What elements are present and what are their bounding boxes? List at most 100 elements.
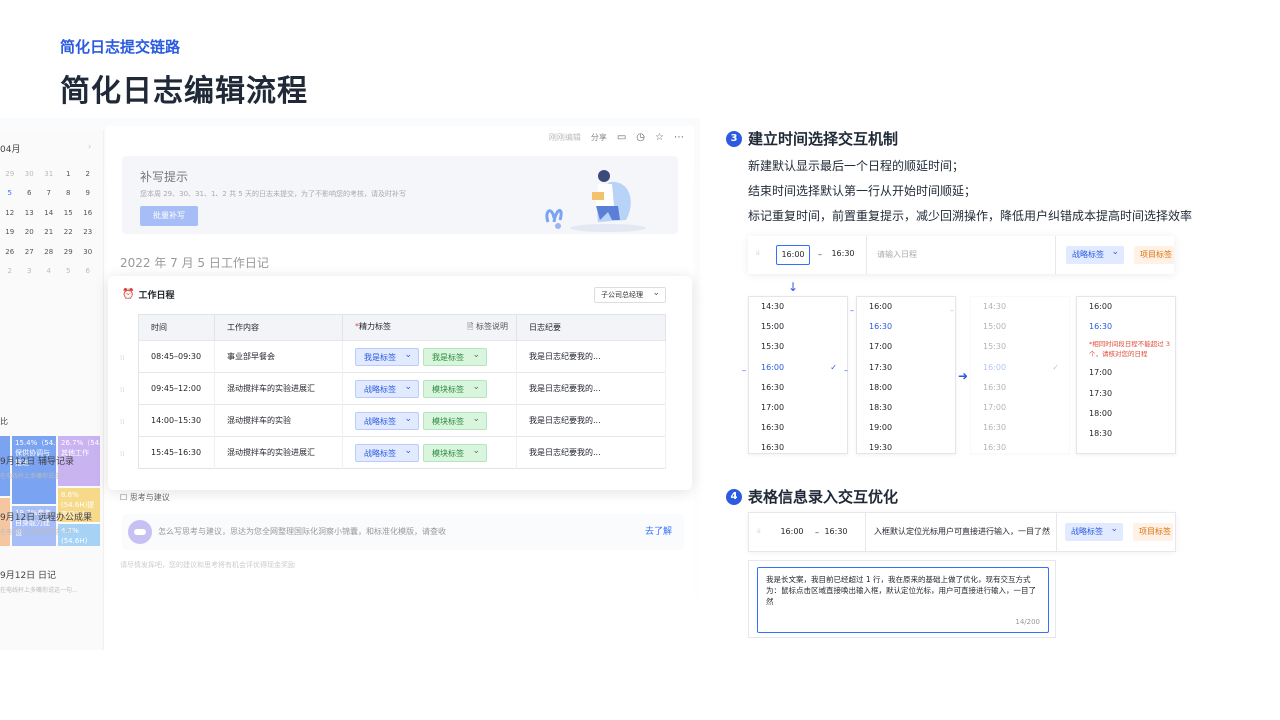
calendar-day[interactable]: 2 — [78, 170, 98, 178]
col-tag-desc[interactable]: 🗎 标签说明 — [467, 321, 508, 335]
tag-select[interactable]: 模块标签 — [423, 410, 487, 430]
calendar-day[interactable]: 22 — [59, 228, 79, 236]
cell-summary[interactable]: 我是日志纪要我的... — [516, 340, 666, 373]
batch-fill-button[interactable]: 批量补写 — [140, 206, 198, 226]
drag-handle-icon[interactable]: ⁞⁞ — [756, 250, 760, 257]
cell-content[interactable]: 混动搅拌车的实验 — [214, 404, 343, 437]
record-item[interactable]: 9月12日 辅导记录 在电线杆上多嘴你说这一... — [0, 454, 74, 480]
time-option-selected[interactable]: 16:00 ✓ — [749, 358, 847, 378]
role-select[interactable]: 子公司总经理 — [594, 286, 666, 303]
cell-content[interactable]: 混动搅拌车的实验进展汇 — [214, 436, 343, 469]
strategy-tag-select[interactable]: 战略标签 — [1065, 520, 1123, 541]
tag-select[interactable]: 模块标签 — [423, 378, 487, 398]
time-option[interactable]: 16:00 — [857, 297, 955, 317]
project-tag-select[interactable]: 项目标签 — [1134, 246, 1174, 264]
time-option[interactable]: 16:30 — [749, 378, 847, 398]
time-option[interactable]: 14:30 — [749, 297, 847, 317]
calendar-day[interactable]: 20 — [20, 228, 40, 236]
time-option[interactable]: 18:30 — [1077, 424, 1175, 444]
cell-summary[interactable]: 我是日志纪要我的... — [516, 372, 666, 405]
project-tag-select[interactable]: 项目标签 — [1133, 523, 1173, 541]
calendar-day[interactable]: 4 — [39, 267, 59, 275]
calendar-day[interactable]: 6 — [78, 267, 98, 275]
time-option[interactable]: 16:30 — [749, 418, 847, 438]
time-option[interactable]: 17:30 — [1077, 384, 1175, 404]
time-option[interactable]: 18:00 — [857, 378, 955, 398]
table-row[interactable]: 09:45–12:00 混动搅拌车的实验进展汇 战略标签模块标签 我是日志纪要我… — [138, 372, 666, 405]
calendar-day[interactable]: 5 — [59, 267, 79, 275]
calendar-day[interactable]: 8 — [59, 189, 79, 197]
calendar-day[interactable]: 14 — [39, 209, 59, 217]
strategy-tag-select[interactable]: 战略标签 — [1066, 243, 1124, 264]
calendar-day[interactable]: 3 — [20, 267, 40, 275]
star-icon[interactable]: ☆ — [655, 132, 664, 143]
cell-time[interactable]: 14:00–15:30 — [138, 404, 215, 437]
share-button[interactable]: 分享 — [591, 132, 607, 143]
time-option[interactable]: 16:00 — [1077, 297, 1175, 317]
cell-summary[interactable]: 我是日志纪要我的... — [516, 436, 666, 469]
calendar-day[interactable]: 6 — [20, 189, 40, 197]
calendar-day[interactable]: 30 — [20, 170, 40, 178]
calendar-day[interactable]: 26 — [0, 248, 20, 256]
time-option[interactable]: 16:30 — [971, 418, 1069, 438]
drag-handle-icon[interactable]: ⁞⁞ — [120, 386, 124, 394]
record-item[interactable]: 9月12日 远程办公成果 在电线杆上多嘴你说这一句... — [0, 510, 92, 536]
cell-content[interactable]: 事业部早餐会 — [214, 340, 343, 373]
time-option[interactable]: 19:00 — [857, 418, 955, 438]
time-option[interactable]: 15:30 — [971, 337, 1069, 357]
time-option[interactable]: 16:30 — [971, 378, 1069, 398]
checkbox-icon[interactable]: ☐ — [120, 493, 127, 502]
start-time-input[interactable]: 16:00 — [776, 245, 810, 265]
time-option-selected[interactable]: 16:30 — [857, 317, 955, 337]
calendar-day[interactable]: 9 — [78, 189, 98, 197]
time-option[interactable]: 17:00 — [1077, 363, 1175, 383]
record-item[interactable]: 9月12日 日记 在电线杆上多嘴你说这一句... — [0, 568, 78, 594]
time-option[interactable]: 18:30 — [857, 398, 955, 418]
calendar-day[interactable]: 2 — [0, 267, 20, 275]
learn-more-link[interactable]: 去了解 — [645, 524, 672, 537]
popup-textarea[interactable]: 我是长文案，我目前已经超过 1 行，我在原来的基础上做了优化，现有交互方式为：鼠… — [757, 567, 1049, 633]
calendar-day[interactable]: 27 — [20, 248, 40, 256]
start-time-input[interactable]: 16:00 — [775, 523, 809, 543]
calendar-day[interactable]: 28 — [39, 248, 59, 256]
calendar-day[interactable]: 23 — [78, 228, 98, 236]
comment-icon[interactable]: ▭ — [617, 132, 626, 143]
tag-select[interactable]: 战略标签 — [355, 442, 419, 462]
history-icon[interactable]: ◷ — [636, 132, 645, 143]
drag-handle-icon[interactable]: ⁞⁞ — [120, 450, 124, 458]
tag-select[interactable]: 战略标签 — [355, 410, 419, 430]
time-option[interactable]: 16:30 — [971, 438, 1069, 453]
calendar-day[interactable]: 1 — [59, 170, 79, 178]
calendar-day[interactable]: 7 — [39, 189, 59, 197]
tag-select[interactable]: 我是标签 — [423, 346, 487, 366]
table-row[interactable]: 14:00–15:30 混动搅拌车的实验 战略标签模块标签 我是日志纪要我的..… — [138, 404, 666, 437]
end-time-input[interactable]: 16:30 — [826, 245, 860, 265]
chevron-right-icon[interactable]: › — [88, 142, 91, 151]
more-icon[interactable]: ⋯ — [674, 132, 684, 143]
calendar-day[interactable]: 29 — [0, 170, 20, 178]
calendar-day[interactable]: 16 — [78, 209, 98, 217]
drag-handle-icon[interactable]: ⁞⁞ — [120, 418, 124, 426]
time-option[interactable]: 15:00 — [971, 317, 1069, 337]
drag-handle-icon[interactable]: ⁞⁞ — [757, 528, 761, 535]
cell-time[interactable]: 15:45–16:30 — [138, 436, 215, 469]
cell-time[interactable]: 09:45–12:00 — [138, 372, 215, 405]
time-option[interactable]: 17:00 — [749, 398, 847, 418]
drag-handle-icon[interactable]: ⁞⁞ — [120, 354, 124, 362]
time-option-selected[interactable]: 16:00 ✓ — [971, 358, 1069, 378]
time-option[interactable]: 15:30 — [749, 337, 847, 357]
cell-content[interactable]: 混动搅拌车的实验进展汇 — [214, 372, 343, 405]
calendar-day[interactable]: 13 — [20, 209, 40, 217]
time-option[interactable]: 17:00 — [971, 398, 1069, 418]
calendar-day[interactable]: 29 — [59, 248, 79, 256]
time-option[interactable]: 19:30 — [857, 438, 955, 453]
time-option[interactable]: 17:00 — [857, 337, 955, 357]
time-option[interactable]: 15:00 — [749, 317, 847, 337]
content-cell[interactable]: 入框默认定位光标用户可直接进行输入，一目了然 — [865, 513, 1057, 551]
time-option[interactable]: 14:30 — [971, 297, 1069, 317]
table-row[interactable]: 15:45–16:30 混动搅拌车的实验进展汇 战略标签模块标签 我是日志纪要我… — [138, 436, 666, 469]
calendar-day[interactable]: 5 — [0, 189, 20, 197]
calendar-day[interactable]: 30 — [78, 248, 98, 256]
schedule-input[interactable]: 请输入日程 — [866, 236, 1056, 274]
time-option[interactable]: 16:30 — [749, 438, 847, 453]
